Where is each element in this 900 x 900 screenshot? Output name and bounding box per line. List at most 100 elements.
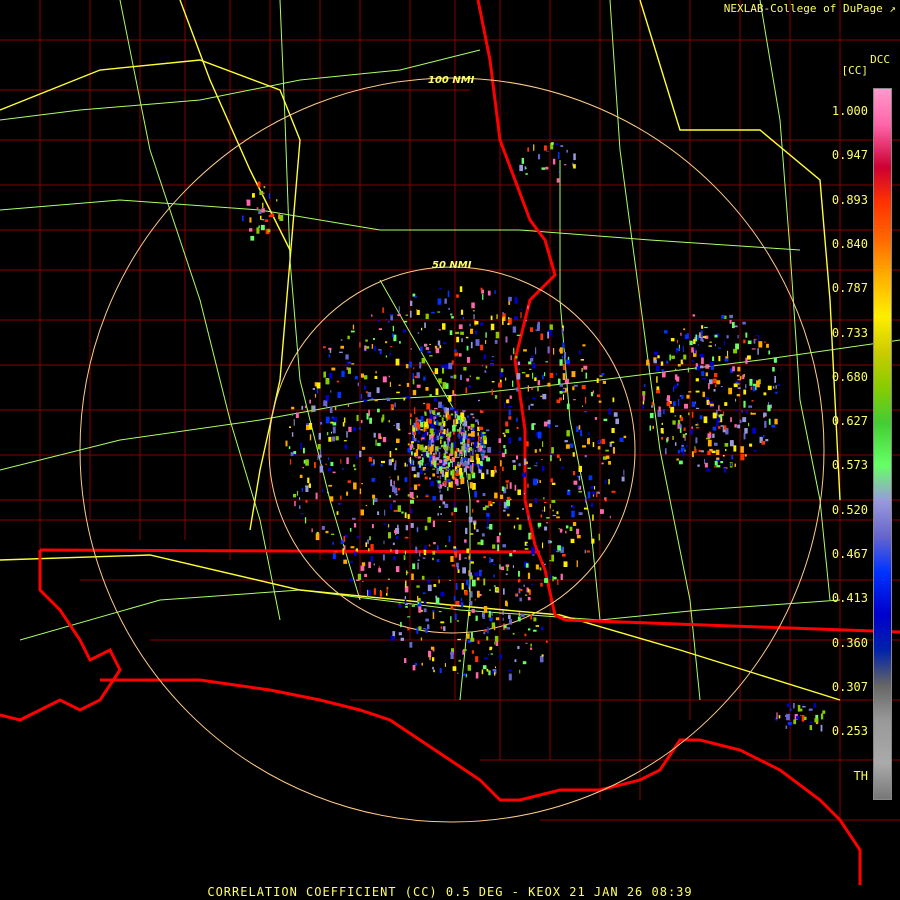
echo-cell: [775, 391, 778, 394]
external-link-icon[interactable]: ↗: [889, 2, 896, 15]
echo-cell: [733, 383, 738, 388]
echo-cell: [519, 589, 523, 591]
echo-cell: [462, 567, 466, 574]
echo-cell: [516, 373, 521, 380]
echo-cell: [427, 516, 432, 523]
echo-cell: [727, 350, 729, 357]
echo-cell: [494, 492, 498, 499]
echo-cell: [587, 432, 590, 435]
echo-cell: [688, 412, 690, 416]
echo-cell: [493, 564, 495, 566]
echo-cell: [438, 610, 442, 613]
echo-cell: [764, 420, 767, 428]
echo-cell: [464, 590, 468, 596]
echo-cell: [691, 411, 694, 418]
echo-cell: [545, 640, 548, 643]
echo-cell: [469, 375, 471, 377]
echo-cell: [300, 512, 304, 515]
echo-cell: [537, 522, 542, 527]
echo-cell: [465, 452, 467, 456]
echo-cell: [741, 410, 743, 413]
echo-cell: [680, 359, 683, 365]
echo-cell: [555, 143, 559, 145]
echo-cell: [328, 347, 332, 350]
echo-cell: [491, 612, 493, 616]
echo-cell: [558, 378, 561, 385]
echo-cell: [440, 626, 443, 629]
echo-cell: [686, 333, 689, 339]
echo-cell: [362, 580, 364, 583]
echo-cell: [506, 483, 508, 490]
echo-cell: [422, 448, 427, 452]
echo-cell: [354, 468, 357, 471]
echo-cell: [429, 655, 431, 661]
echo-cell: [798, 708, 803, 712]
echo-cell: [316, 382, 321, 389]
echo-cell: [404, 536, 409, 539]
echo-cell: [367, 539, 369, 545]
echo-cell: [576, 560, 578, 568]
credit-label: NEXLAB-College of DuPage ↗: [724, 2, 896, 15]
echo-cell: [661, 422, 663, 425]
echo-cell: [452, 469, 455, 475]
echo-cell: [410, 509, 413, 514]
echo-cell: [370, 397, 374, 400]
echo-cell: [444, 451, 448, 454]
echo-cell: [432, 520, 435, 528]
echo-cell: [743, 433, 746, 440]
echo-cell: [397, 505, 401, 512]
echo-cell: [559, 359, 563, 366]
echo-cell: [443, 407, 446, 414]
echo-cell: [333, 416, 337, 423]
echo-cell: [499, 654, 502, 660]
echo-cell: [346, 431, 348, 438]
echo-cell: [429, 413, 433, 419]
echo-cell: [446, 466, 448, 468]
echo-cell: [356, 414, 359, 422]
echo-cell: [500, 494, 504, 499]
echo-cell: [771, 424, 776, 428]
echo-cell: [314, 394, 317, 398]
echo-cell: [736, 409, 738, 412]
echo-cell: [453, 507, 458, 512]
echo-cell: [548, 423, 551, 428]
echo-cell: [677, 449, 680, 454]
echo-cell: [343, 536, 346, 543]
echo-cell: [332, 541, 334, 545]
echo-cell: [586, 550, 590, 553]
echo-cell: [487, 447, 492, 453]
echo-cell: [477, 590, 480, 598]
echo-cell: [497, 544, 500, 552]
echo-cell: [697, 344, 699, 346]
echo-cell: [276, 199, 278, 202]
echo-cell: [678, 460, 683, 465]
echo-cell: [416, 495, 418, 498]
echo-cell: [386, 397, 390, 402]
echo-cell: [409, 361, 412, 368]
echo-cell: [476, 376, 480, 380]
echo-cell: [494, 470, 497, 473]
echo-cell: [479, 569, 482, 577]
echo-cell: [734, 325, 738, 328]
echo-cell: [299, 497, 301, 501]
echo-cell: [437, 429, 439, 436]
echo-cell: [432, 468, 435, 470]
echo-cell: [415, 456, 417, 458]
echo-cell: [583, 365, 588, 370]
echo-cell: [349, 578, 354, 582]
echo-cell: [395, 448, 398, 451]
echo-cell: [426, 403, 431, 410]
echo-cell: [553, 549, 558, 551]
echo-cell: [530, 643, 532, 647]
echo-cell: [547, 419, 551, 425]
echo-cell: [441, 470, 445, 477]
echo-cell: [676, 376, 680, 382]
echo-cell: [500, 460, 502, 467]
echo-cell: [447, 462, 451, 467]
echo-cell: [398, 604, 402, 608]
echo-cell: [506, 565, 509, 571]
echo-cell: [533, 617, 537, 622]
echo-cell: [612, 447, 615, 454]
echo-cell: [354, 551, 357, 557]
echo-cell: [423, 402, 426, 405]
